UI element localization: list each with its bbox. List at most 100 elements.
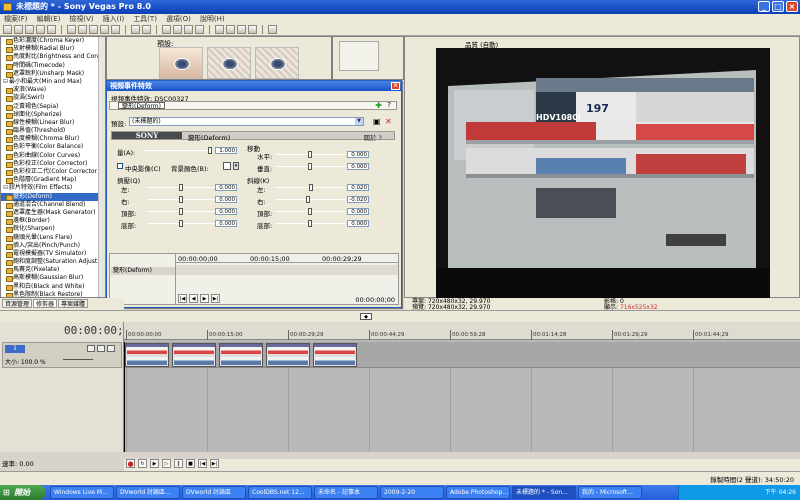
tab-explorer[interactable]: 資源管理 xyxy=(2,299,33,308)
fx-item[interactable]: 旋渦(Swirl) xyxy=(1,94,105,103)
mute-icon[interactable] xyxy=(87,345,95,352)
about-link[interactable]: 關於 ? xyxy=(363,132,382,142)
level-slider[interactable] xyxy=(63,359,93,360)
snap-icon[interactable] xyxy=(162,25,171,34)
video-clip[interactable] xyxy=(219,343,263,367)
fx-item[interactable]: 色彩平衡(Color Balance) xyxy=(1,143,105,152)
sk-top-value[interactable]: 0.000 xyxy=(347,208,369,215)
center-image-checkbox[interactable] xyxy=(117,163,123,169)
timeline-area[interactable]: 00:00:00;00 00:00:15;00 00:00:29;29 00:00:4… xyxy=(124,322,800,452)
sq-right-value[interactable]: 0.000 xyxy=(215,196,237,203)
autocross-icon[interactable] xyxy=(173,25,182,34)
taskbar-button[interactable]: CoolDBS.net 12... xyxy=(248,486,312,499)
redo-icon[interactable] xyxy=(142,25,151,34)
fx-item[interactable]: 球面化(Spherize) xyxy=(1,111,105,119)
loop-icon[interactable]: ↻ xyxy=(138,459,147,468)
keyframe-track-label[interactable]: 變形(Deform) xyxy=(111,267,175,275)
sq-top-value[interactable]: 0.000 xyxy=(215,208,237,215)
taskbar-button[interactable]: 未命名 - 記事本 xyxy=(314,486,378,499)
undo-icon[interactable] xyxy=(131,25,140,34)
sq-top-slider[interactable] xyxy=(147,208,215,215)
sk-bottom-value[interactable]: 0.000 xyxy=(347,220,369,227)
prev-keyframe-icon[interactable]: ◀ xyxy=(189,294,198,303)
sk-left-slider[interactable] xyxy=(275,184,345,191)
sk-top-slider[interactable] xyxy=(275,208,345,215)
video-clip[interactable] xyxy=(266,343,310,367)
sq-left-value[interactable]: 0.000 xyxy=(215,184,237,191)
bg-color-dropdown-icon[interactable]: ▾ xyxy=(233,162,239,170)
video-track-header[interactable]: 1 大小: 100.0 % xyxy=(2,342,122,368)
edit-tool-icon[interactable] xyxy=(215,25,224,34)
tab-project-media[interactable]: 專案媒體 xyxy=(58,299,89,308)
timeline-ruler[interactable]: 00:00:00;00 00:00:15;00 00:00:29;29 00:00:4… xyxy=(124,322,800,340)
bg-color-picker[interactable] xyxy=(223,162,231,170)
shift-v-slider[interactable] xyxy=(275,163,345,170)
delete-icon[interactable] xyxy=(111,25,120,34)
fx-item[interactable]: 線性模糊(Linear Blur) xyxy=(1,119,105,128)
menu-view[interactable]: 檢視(V) xyxy=(69,14,93,24)
minimize-button[interactable]: _ xyxy=(758,1,770,12)
last-keyframe-icon[interactable]: ▶| xyxy=(211,294,220,303)
menu-file[interactable]: 檔案(F) xyxy=(4,14,28,24)
fx-item[interactable]: 色彩校正二代(Color Corrector (Se xyxy=(1,168,105,177)
render-icon[interactable] xyxy=(47,25,56,34)
slider-thumb[interactable] xyxy=(307,208,312,215)
slider-thumb[interactable] xyxy=(307,220,312,227)
slider-thumb[interactable] xyxy=(208,147,212,154)
fx-item[interactable]: 黑色限制(Black Restore) xyxy=(1,291,105,297)
amount-slider[interactable] xyxy=(143,147,213,154)
fx-item[interactable]: 色彩校正(Color Corrector) xyxy=(1,160,105,168)
shift-v-value[interactable]: 0.000 xyxy=(347,163,369,170)
sk-right-slider[interactable] xyxy=(275,196,345,203)
track-fx-icon[interactable] xyxy=(107,345,115,352)
copy-icon[interactable] xyxy=(89,25,98,34)
stop-icon[interactable]: ■ xyxy=(186,459,195,468)
taskbar-button[interactable]: Adobe Photoshop... xyxy=(446,486,510,499)
menu-tools[interactable]: 工具(T) xyxy=(133,14,157,24)
menu-options[interactable]: 選項(O) xyxy=(166,14,191,24)
properties-icon[interactable] xyxy=(67,25,76,34)
first-keyframe-icon[interactable]: |◀ xyxy=(178,294,187,303)
fx-item[interactable]: 電視模擬器(TV Simulator) xyxy=(1,250,105,259)
add-fx-icon[interactable]: ✚ xyxy=(375,102,382,110)
menu-help[interactable]: 說明(H) xyxy=(200,14,225,24)
slider-thumb[interactable] xyxy=(178,208,183,215)
fx-item[interactable]: 色彩曲線(Color Curves) xyxy=(1,152,105,160)
next-keyframe-icon[interactable]: ▶ xyxy=(200,294,209,303)
fx-item[interactable]: 銳化(Sharpen) xyxy=(1,225,105,234)
fx-folder[interactable]: 最小和最大(Min and Max) xyxy=(1,78,105,86)
fx-item[interactable]: 鏡頭光暈(Lens Flare) xyxy=(1,234,105,242)
fx-folder[interactable]: 膠片特效(Film Effects) xyxy=(1,184,105,192)
preset-dropdown[interactable]: (未標題的) xyxy=(129,117,364,126)
slider-thumb[interactable] xyxy=(307,151,312,158)
selection-tool-icon[interactable] xyxy=(237,25,246,34)
fx-item[interactable]: 亮度對比(Brightness and Contrast) xyxy=(1,53,105,62)
keyframe-lane[interactable] xyxy=(176,265,398,275)
sq-bottom-value[interactable]: 0.000 xyxy=(215,220,237,227)
cut-icon[interactable] xyxy=(78,25,87,34)
video-clip[interactable] xyxy=(125,343,169,367)
sq-left-slider[interactable] xyxy=(147,184,215,191)
sq-bottom-slider[interactable] xyxy=(147,220,215,227)
video-clip[interactable] xyxy=(172,343,216,367)
save-icon[interactable] xyxy=(25,25,34,34)
maximize-button[interactable]: □ xyxy=(772,1,784,12)
fx-item[interactable]: 泛黃褐色(Sepia) xyxy=(1,103,105,111)
sq-right-slider[interactable] xyxy=(147,196,215,203)
fx-item[interactable]: 遮罩銳利(Unsharp Mask) xyxy=(1,70,105,78)
slider-thumb[interactable] xyxy=(178,196,183,203)
taskbar-button[interactable]: DVworld 討論區 xyxy=(182,486,246,499)
menu-edit[interactable]: 編輯(E) xyxy=(37,14,61,24)
preset-thumbnail[interactable] xyxy=(159,47,203,79)
solo-icon[interactable] xyxy=(97,345,105,352)
taskbar-button[interactable]: DVworld 討論區... xyxy=(116,486,180,499)
go-to-start-icon[interactable]: |◀ xyxy=(198,459,207,468)
envelope-tool-icon[interactable] xyxy=(226,25,235,34)
tab-trimmer[interactable]: 修剪器 xyxy=(33,299,58,308)
slider-thumb[interactable] xyxy=(308,184,313,191)
preset-thumbnail[interactable] xyxy=(207,47,251,79)
ripple-icon[interactable] xyxy=(184,25,193,34)
save-preset-icon[interactable]: ▣ xyxy=(373,117,381,126)
help-icon[interactable] xyxy=(268,25,277,34)
dialog-close-button[interactable]: × xyxy=(391,82,400,90)
